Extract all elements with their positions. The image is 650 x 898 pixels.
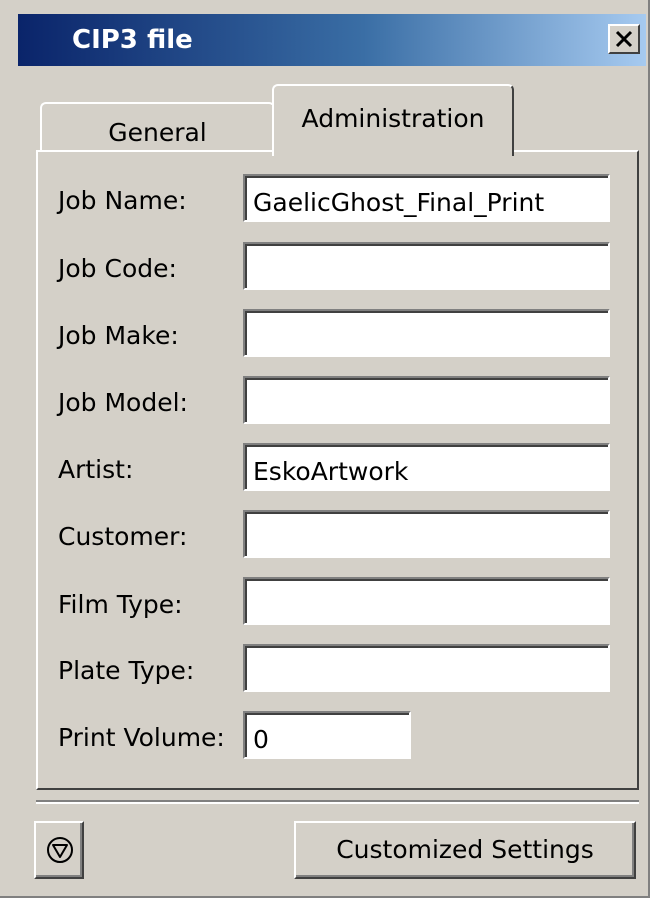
customized-settings-button[interactable]: Customized Settings: [294, 821, 636, 879]
artist-label: Artist:: [58, 455, 134, 484]
job-model-label: Job Model:: [58, 388, 188, 417]
print-volume-label: Print Volume:: [58, 723, 225, 752]
shield-button[interactable]: [34, 821, 84, 879]
close-button[interactable]: [608, 24, 640, 54]
customer-label: Customer:: [58, 522, 188, 551]
shield-triangle-icon: [47, 837, 73, 863]
job-code-field[interactable]: [243, 242, 610, 290]
cip3-dialog: CIP3 file General Administration Job Nam…: [0, 0, 650, 898]
film-type-label: Film Type:: [58, 590, 183, 619]
plate-type-field[interactable]: [243, 644, 610, 692]
tab-general-label: General: [108, 118, 207, 147]
job-name-label: Job Name:: [58, 186, 187, 215]
tab-general[interactable]: General: [40, 102, 275, 156]
footer-separator: [36, 800, 639, 804]
customer-field[interactable]: [243, 510, 610, 558]
film-type-field[interactable]: [243, 577, 610, 625]
close-icon: [615, 30, 633, 48]
title-bar[interactable]: CIP3 file: [18, 14, 646, 66]
job-code-label: Job Code:: [58, 254, 177, 283]
job-model-field[interactable]: [243, 376, 610, 424]
print-volume-field[interactable]: [243, 711, 411, 759]
plate-type-label: Plate Type:: [58, 656, 195, 685]
window-title: CIP3 file: [72, 25, 193, 55]
tab-administration-label: Administration: [301, 104, 485, 133]
job-name-field[interactable]: [243, 174, 610, 222]
tab-administration[interactable]: Administration: [272, 84, 514, 156]
job-make-field[interactable]: [243, 309, 610, 357]
artist-field[interactable]: [243, 443, 610, 491]
job-make-label: Job Make:: [58, 321, 179, 350]
